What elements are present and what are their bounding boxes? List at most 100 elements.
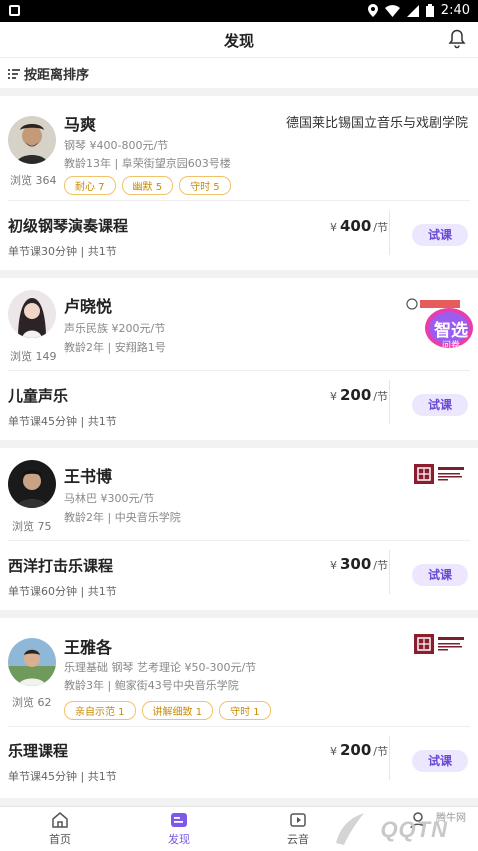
trial-lesson-button[interactable]: 试课 xyxy=(412,394,468,416)
rating-tag: 幽默 5 xyxy=(121,176,174,195)
divider xyxy=(389,380,390,424)
divider xyxy=(8,726,470,727)
divider xyxy=(8,200,470,201)
price-currency: ¥ xyxy=(329,390,337,403)
price-currency: ¥ xyxy=(329,745,337,758)
experience-address: 教龄3年 | 鲍家街43号中央音乐学院 xyxy=(64,679,239,692)
course-meta: 单节课30分钟 | 共1节 xyxy=(8,245,117,258)
price-value: 200 xyxy=(339,386,372,404)
instrument-price: 钢琴 ¥400-800元/节 xyxy=(64,139,169,152)
course-price: ¥200/节 xyxy=(330,741,388,759)
experience-address: 教龄2年 | 安翔路1号 xyxy=(64,341,166,354)
trial-lesson-button[interactable]: 试课 xyxy=(412,750,468,772)
cloud-music-icon xyxy=(290,813,306,827)
rating-tags: 耐心 7 幽默 5 守时 5 xyxy=(64,176,231,195)
rating-tag: 守时 1 xyxy=(219,701,271,720)
course-meta: 单节课60分钟 | 共1节 xyxy=(8,585,117,598)
nav-label: 云音 xyxy=(287,833,309,846)
sort-icon xyxy=(8,68,20,79)
price-value: 400 xyxy=(339,217,372,235)
avatar xyxy=(8,460,56,508)
status-time: 2:40 xyxy=(440,3,470,18)
divider xyxy=(8,540,470,541)
experience-address: 教龄13年 | 阜荣街望京园603号楼 xyxy=(64,157,231,170)
school-logo xyxy=(414,464,434,484)
course-price: ¥300/节 xyxy=(330,555,388,573)
teacher-name: 王雅各 xyxy=(64,638,113,657)
discover-icon xyxy=(171,813,187,827)
rating-tag: 耐心 7 xyxy=(64,176,116,195)
watermark-site: 腾牛网 xyxy=(436,813,466,824)
school-logo-text xyxy=(438,636,468,654)
rating-tag: 守时 5 xyxy=(179,176,231,195)
teacher-name: 王书博 xyxy=(64,467,113,486)
nav-label: 发现 xyxy=(168,833,190,846)
notification-bell-button[interactable] xyxy=(448,29,466,53)
rating-tag: 亲自示范 1 xyxy=(64,701,136,720)
signal-icon xyxy=(406,4,419,17)
avatar xyxy=(8,638,56,686)
sort-by-distance-button[interactable]: 按距离排序 xyxy=(8,64,89,83)
course-title[interactable]: 西洋打击乐课程 xyxy=(8,555,113,576)
course-meta: 单节课45分钟 | 共1节 xyxy=(8,770,117,783)
view-count: 浏览 75 xyxy=(12,520,52,533)
price-unit: /节 xyxy=(373,745,388,758)
price-unit: /节 xyxy=(373,390,388,403)
watermark: QQTN 腾牛网 xyxy=(310,809,470,849)
notification-icon xyxy=(9,5,20,16)
course-meta: 单节课45分钟 | 共1节 xyxy=(8,415,117,428)
experience-address: 教龄2年 | 中央音乐学院 xyxy=(64,511,181,524)
rating-tags: 亲自示范 1 讲解细致 1 守时 1 xyxy=(64,701,271,720)
badge-subtitle: 问卷 xyxy=(441,341,460,351)
teacher-card[interactable]: 浏览 364 马爽 德国莱比锡国立音乐与戏剧学院 钢琴 ¥400-800元/节 … xyxy=(0,96,478,270)
price-currency: ¥ xyxy=(329,221,337,234)
course-title[interactable]: 初级钢琴演奏课程 xyxy=(8,215,128,236)
teacher-school: 德国莱比锡国立音乐与戏剧学院 xyxy=(285,116,468,131)
rating-tag: 讲解细致 1 xyxy=(141,701,214,720)
view-count: 浏览 62 xyxy=(12,696,52,709)
sort-bar: 按距离排序 xyxy=(0,58,478,88)
instrument-price: 声乐民族 ¥200元/节 xyxy=(64,322,166,335)
location-icon xyxy=(367,4,378,17)
price-unit: /节 xyxy=(373,559,388,572)
avatar xyxy=(8,290,56,338)
instrument-price: 乐理基础 钢琴 艺考理论 ¥50-300元/节 xyxy=(64,661,257,674)
battery-icon xyxy=(425,4,434,17)
course-price: ¥200/节 xyxy=(330,386,388,404)
teacher-name: 马爽 xyxy=(64,115,97,134)
course-title[interactable]: 乐理课程 xyxy=(8,740,68,761)
nav-item-discover[interactable]: 发现 xyxy=(139,811,219,847)
divider xyxy=(389,211,390,255)
smart-select-survey-badge[interactable]: 智选 问卷 xyxy=(404,294,474,354)
status-bar: 2:40 xyxy=(0,0,478,22)
price-currency: ¥ xyxy=(329,559,337,572)
avatar xyxy=(8,116,56,164)
trial-lesson-button[interactable]: 试课 xyxy=(412,564,468,586)
view-count: 浏览 149 xyxy=(10,350,57,363)
course-title[interactable]: 儿童声乐 xyxy=(8,385,68,406)
school-logo-text xyxy=(438,466,468,484)
teacher-card[interactable]: 浏览 62 王雅各 乐理基础 钢琴 艺考理论 ¥50-300元/节 教龄3年 |… xyxy=(0,618,478,798)
teacher-card[interactable]: 浏览 75 王书博 马林巴 ¥300元/节 教龄2年 | 中央音乐学院 西洋打击… xyxy=(0,448,478,610)
top-bar: 发现 xyxy=(0,22,478,58)
teacher-name: 卢晓悦 xyxy=(64,297,113,316)
divider xyxy=(389,736,390,780)
price-unit: /节 xyxy=(373,221,388,234)
teacher-card[interactable]: 浏览 149 卢晓悦 声乐民族 ¥200元/节 教龄2年 | 安翔路1号 智选 … xyxy=(0,278,478,440)
divider xyxy=(8,370,470,371)
home-icon xyxy=(52,812,68,828)
sort-label: 按距离排序 xyxy=(24,68,90,83)
price-value: 200 xyxy=(339,741,372,759)
divider xyxy=(389,550,390,594)
watermark-logo-icon xyxy=(336,813,364,845)
wifi-icon xyxy=(384,4,400,17)
course-price: ¥400/节 xyxy=(330,217,388,235)
school-logo xyxy=(414,634,434,654)
page-title: 发现 xyxy=(223,32,254,50)
bell-icon xyxy=(448,29,466,49)
view-count: 浏览 364 xyxy=(10,174,57,187)
price-value: 300 xyxy=(339,555,372,573)
bottom-nav: 首页 发现 云音 QQTN 腾牛网 xyxy=(0,806,478,851)
nav-item-home[interactable]: 首页 xyxy=(20,811,100,847)
trial-lesson-button[interactable]: 试课 xyxy=(412,224,468,246)
